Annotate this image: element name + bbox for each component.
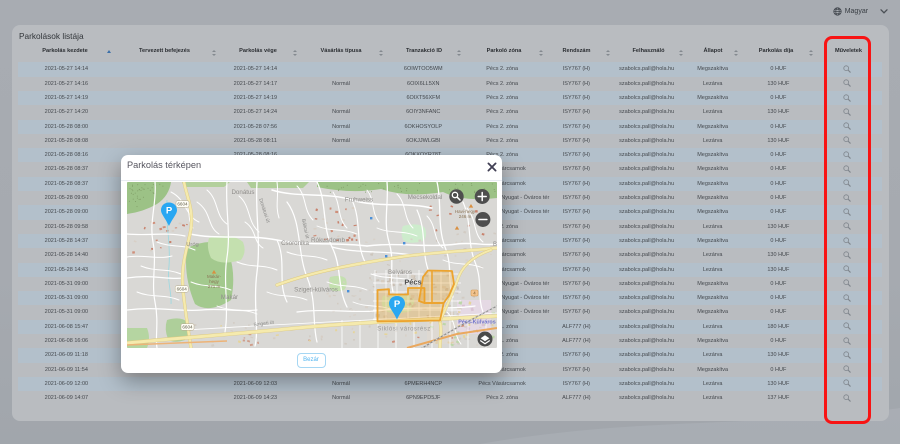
svg-text:Uróg: Uróg	[186, 242, 199, 248]
svg-text:Mecsekoldal: Mecsekoldal	[408, 194, 442, 201]
svg-text:271 m: 271 m	[208, 284, 221, 289]
svg-text:Siklósi városrész: Siklósi városrész	[377, 326, 431, 332]
svg-text:Donátus: Donátus	[231, 189, 254, 196]
svg-text:6604: 6604	[177, 201, 188, 206]
svg-text:Belváros: Belváros	[388, 269, 412, 276]
svg-text:6604: 6604	[182, 324, 193, 329]
svg-text:Csoronika: Csoronika	[281, 240, 309, 247]
svg-text:Búza tér: Búza tér	[493, 242, 497, 248]
svg-text:Pécs-Külváros: Pécs-Külváros	[458, 319, 495, 325]
svg-text:246 m: 246 m	[459, 214, 472, 219]
svg-text:Pécs: Pécs	[404, 277, 421, 286]
svg-text:P: P	[394, 299, 401, 310]
svg-text:Makár: Makár	[221, 294, 238, 301]
svg-text:Fruhweiss: Fruhweiss	[345, 196, 373, 203]
svg-text:Rókusdomb: Rókusdomb	[311, 237, 346, 244]
svg-text:Szigeti-külváros: Szigeti-külváros	[294, 286, 338, 293]
svg-text:P: P	[166, 205, 173, 216]
svg-text:6604: 6604	[177, 286, 188, 291]
